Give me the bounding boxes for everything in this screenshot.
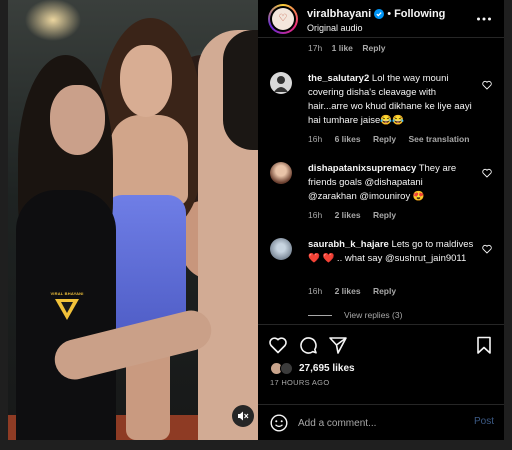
comment-likes[interactable]: 1 like	[332, 43, 353, 53]
separator-dot: •	[387, 8, 392, 20]
audio-link[interactable]: Original audio	[307, 23, 363, 33]
comment-text: the_salutary2 Lol the way mouni covering…	[308, 72, 474, 128]
comment-text: dishapatanixsupremacy They are friends g…	[308, 162, 474, 204]
post-dialog: VIRAL BHAYANI ♡ viralbhayani • Following…	[8, 0, 504, 440]
v-logo-icon	[55, 299, 79, 320]
commenter-avatar[interactable]	[270, 238, 292, 260]
replies-divider	[308, 314, 332, 316]
emoji-icon[interactable]	[270, 414, 288, 432]
post-video[interactable]: VIRAL BHAYANI	[8, 0, 258, 440]
user-silhouette-icon	[274, 76, 288, 92]
commenter-username[interactable]: dishapatanixsupremacy	[308, 163, 416, 174]
commenter-avatar[interactable]	[270, 162, 292, 184]
comment-likes[interactable]: 2 likes	[335, 286, 361, 296]
previous-comment-meta: 17h 1 like Reply	[308, 43, 386, 53]
share-icon[interactable]	[328, 335, 348, 355]
commenter-avatar[interactable]	[270, 72, 292, 94]
post-actions: 27,695 likes 17 HOURS AGO Post	[258, 324, 504, 440]
post-comment-button[interactable]: Post	[474, 416, 494, 427]
likes-summary[interactable]: 27,695 likes	[270, 362, 355, 375]
reply-button[interactable]: Reply	[373, 286, 396, 296]
like-comment-icon[interactable]	[482, 80, 492, 90]
heart-logo-icon: ♡	[278, 13, 288, 24]
comment-input[interactable]	[298, 414, 458, 432]
commenter-username[interactable]: saurabh_k_hajare	[308, 239, 389, 250]
bookmark-icon[interactable]	[474, 335, 494, 355]
comments-list[interactable]: 17h 1 like Reply the_salutary2 Lol the w…	[258, 38, 504, 324]
comment-time: 16h	[308, 286, 323, 296]
author-username[interactable]: viralbhayani	[307, 8, 371, 20]
comment-icon[interactable]	[298, 335, 318, 355]
comment-meta: 16h 2 likes Reply	[308, 286, 406, 296]
comment-meta: 16h 6 likes Reply See translation	[308, 134, 479, 144]
window-frame: VIRAL BHAYANI ♡ viralbhayani • Following…	[0, 0, 512, 450]
commenter-username[interactable]: the_salutary2	[308, 73, 369, 84]
view-replies-label: View replies (3)	[344, 310, 403, 320]
comment-time: 16h	[308, 210, 323, 220]
author-avatar[interactable]: ♡	[268, 4, 298, 34]
add-comment-bar: Post	[258, 404, 504, 441]
view-replies-button[interactable]: View replies (3)	[308, 310, 402, 320]
liker-avatar	[280, 362, 293, 375]
comment-time: 16h	[308, 134, 323, 144]
post-timestamp: 17 HOURS AGO	[270, 378, 330, 387]
mute-button[interactable]	[232, 405, 254, 427]
post-side-panel: ♡ viralbhayani • Following Original audi…	[258, 0, 504, 440]
like-comment-icon[interactable]	[482, 244, 492, 254]
like-comment-icon[interactable]	[482, 168, 492, 178]
speaker-muted-icon	[238, 411, 249, 421]
more-options-icon[interactable]	[476, 11, 492, 27]
comment-likes[interactable]: 6 likes	[335, 134, 361, 144]
post-header: ♡ viralbhayani • Following Original audi…	[258, 0, 504, 38]
reply-button[interactable]: Reply	[373, 210, 396, 220]
comment-time: 17h	[308, 43, 323, 53]
watermark-logo: VIRAL BHAYANI	[50, 291, 83, 322]
heart-icon[interactable]	[268, 335, 288, 355]
reply-button[interactable]: Reply	[373, 134, 396, 144]
comment-likes[interactable]: 2 likes	[335, 210, 361, 220]
comment-text: saurabh_k_hajare Lets go to maldives ❤️ …	[308, 238, 474, 266]
likes-count[interactable]: 27,695 likes	[299, 363, 355, 374]
following-button[interactable]: Following	[394, 8, 445, 20]
verified-badge-icon	[374, 9, 385, 19]
author-line: viralbhayani • Following	[307, 8, 445, 20]
comment-meta: 16h 2 likes Reply	[308, 210, 406, 220]
reply-button[interactable]: Reply	[362, 43, 385, 53]
see-translation-link[interactable]: See translation	[408, 134, 469, 144]
